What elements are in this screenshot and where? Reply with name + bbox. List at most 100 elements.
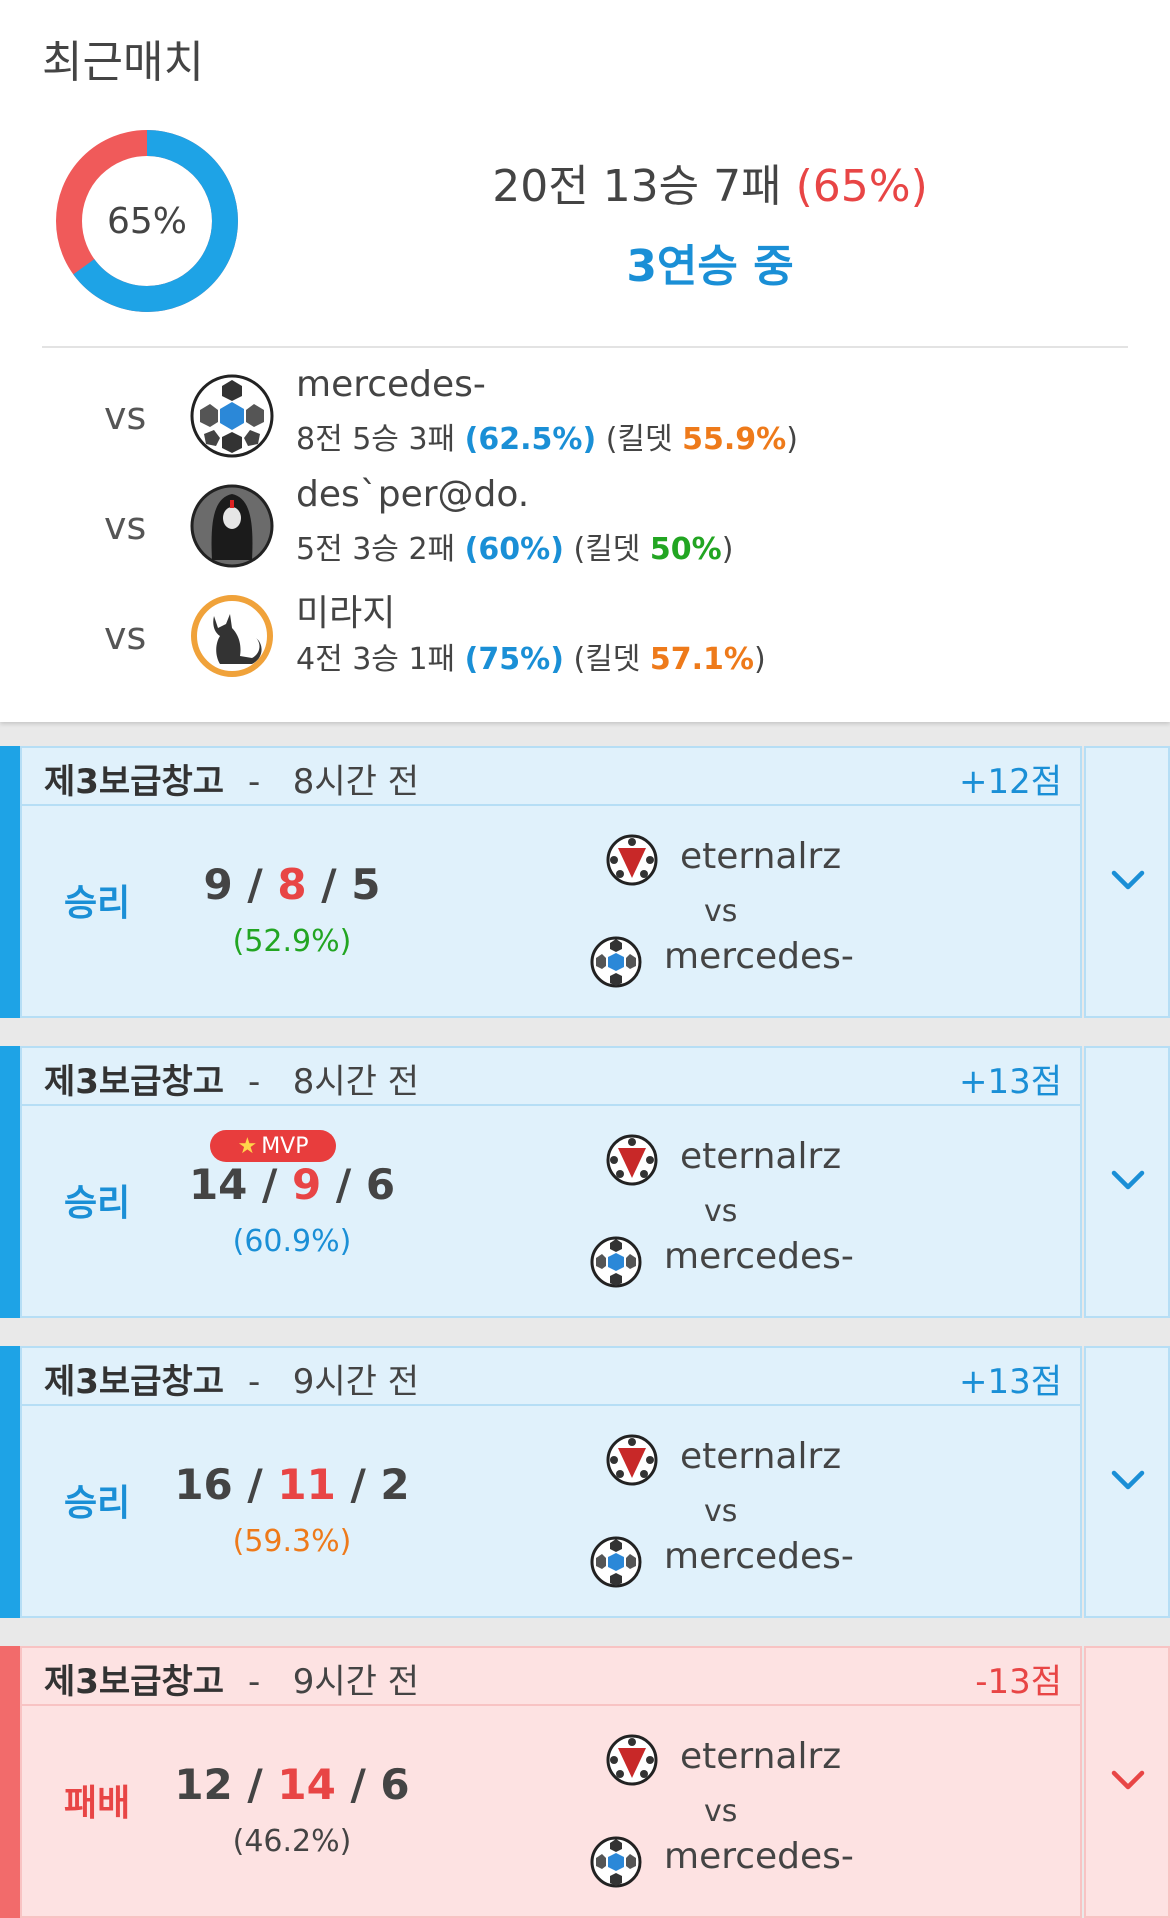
expand-button[interactable] — [1084, 1046, 1170, 1318]
hooded-figure-icon — [190, 484, 274, 568]
recent-matches-summary: 최근매치 65% 20전 13승 7패 (65%) 3연승 중 vs merced… — [0, 0, 1170, 722]
points-change: +13점 — [958, 1062, 1062, 1102]
kills: 14 — [188, 1160, 248, 1209]
separator: - — [248, 1362, 261, 1402]
kda-slash: / — [232, 860, 278, 909]
player2-name[interactable]: mercedes- — [664, 936, 854, 977]
match-time: - 9시간 전 — [248, 1354, 419, 1403]
kd-suffix: ) — [721, 532, 734, 567]
match-body: 승리 16 / 11 / 2 (59.3%) eternalrz vs mercedes- — [20, 1404, 1082, 1618]
overall-record: 20전 13승 7패 (65%) — [380, 150, 1040, 214]
match-card[interactable]: 제3보급창고 - 9시간 전 -13점 패배 12 / 14 / 6 (46.2%) ete… — [0, 1646, 1170, 1918]
player2-name[interactable]: mercedes- — [664, 1536, 854, 1577]
kda: 14 / 9 / 6 — [142, 1160, 442, 1209]
kd-suffix: ) — [753, 642, 766, 677]
time-ago: 8시간 전 — [292, 1062, 419, 1102]
kd-suffix: ) — [786, 422, 798, 457]
opponent-kd: 57.1% — [649, 642, 754, 677]
player2-icon — [590, 1836, 642, 1888]
kill-participation: (52.9%) — [232, 924, 352, 959]
points-change: +12점 — [958, 762, 1062, 802]
vs-label: vs — [704, 1794, 738, 1829]
player1-name[interactable]: eternalrz — [680, 1136, 841, 1177]
map-name: 제3보급창고 — [44, 1062, 225, 1102]
vs-label: vs — [704, 894, 738, 929]
opponent-row[interactable]: vs des`per@do. 5전 3승 2패 (60%) (킬뎃 50%) — [0, 474, 1170, 574]
expand-button[interactable] — [1084, 1646, 1170, 1918]
player2-icon — [590, 936, 642, 988]
win-streak: 3연승 중 — [626, 241, 794, 292]
result-indicator-bar — [0, 746, 20, 1018]
kda-slash: / — [335, 1460, 381, 1509]
record-percent: (65%) — [795, 161, 928, 212]
time-ago: 9시간 전 — [292, 1662, 419, 1702]
expand-button[interactable] — [1084, 746, 1170, 1018]
opponent-stats: 8전 5승 3패 (62.5%) (킬뎃 55.9%) — [296, 414, 798, 458]
kda-slash: / — [335, 1760, 381, 1809]
divider — [42, 346, 1128, 348]
opponent-stats: 5전 3승 2패 (60%) (킬뎃 50%) — [296, 524, 733, 568]
player1-icon — [606, 1734, 658, 1786]
mvp-label: MVP — [261, 1133, 309, 1159]
chevron-down-icon — [1111, 870, 1145, 890]
opponent-row[interactable]: vs mercedes- 8전 5승 3패 (62.5%) (킬뎃 55.9%) — [0, 364, 1170, 464]
kda-slash: / — [232, 1460, 278, 1509]
kills: 16 — [174, 1460, 233, 1509]
opponent-record: 4전 3승 1패 — [296, 642, 465, 677]
vs-label: vs — [104, 614, 147, 658]
star-icon: ★ — [237, 1133, 258, 1159]
match-result: 승리 — [64, 1183, 131, 1224]
opponent-kd: 55.9% — [682, 422, 787, 457]
result-indicator-bar — [0, 1346, 20, 1618]
opponent-winrate: (75%) — [464, 642, 564, 677]
kd-prefix: (킬뎃 — [596, 422, 683, 457]
deaths: 11 — [277, 1460, 336, 1509]
match-body: 승리 ★ MVP 14 / 9 / 6 (60.9%) eternalrz vs merced… — [20, 1104, 1082, 1318]
player2-name[interactable]: mercedes- — [664, 1836, 854, 1877]
player1-name[interactable]: eternalrz — [680, 1436, 841, 1477]
chevron-down-icon — [1111, 1170, 1145, 1190]
match-card[interactable]: 제3보급창고 - 8시간 전 +12점 승리 9 / 8 / 5 (52.9%) etern… — [0, 746, 1170, 1018]
chevron-down-icon — [1111, 1470, 1145, 1490]
kda-slash: / — [306, 860, 352, 909]
player2-name[interactable]: mercedes- — [664, 1236, 854, 1277]
kda: 12 / 14 / 6 — [142, 1760, 442, 1809]
kill-participation: (60.9%) — [232, 1224, 352, 1259]
player1-name[interactable]: eternalrz — [680, 1736, 841, 1777]
soccer-ball-icon — [190, 374, 274, 458]
points-change: -13점 — [975, 1662, 1062, 1702]
map-name: 제3보급창고 — [44, 762, 225, 802]
assists: 2 — [380, 1460, 410, 1509]
match-header: 제3보급창고 - 8시간 전 +13점 — [20, 1046, 1082, 1106]
time-ago: 9시간 전 — [292, 1362, 419, 1402]
opponent-winrate: (62.5%) — [464, 422, 597, 457]
kd-prefix: (킬뎃 — [563, 532, 650, 567]
match-result: 패배 — [64, 1783, 131, 1824]
opponent-record: 8전 5승 3패 — [296, 422, 465, 457]
assists: 6 — [380, 1760, 410, 1809]
result-indicator-bar — [0, 1046, 20, 1318]
opponent-row[interactable]: vs 미라지 4전 3승 1패 (75%) (킬뎃 57.1%) — [0, 584, 1170, 684]
opponent-stats: 4전 3승 1패 (75%) (킬뎃 57.1%) — [296, 634, 766, 678]
player2-icon — [590, 1536, 642, 1588]
chevron-down-icon — [1111, 1770, 1145, 1790]
match-card[interactable]: 제3보급창고 - 8시간 전 +13점 승리 ★ MVP 14 / 9 / 6 (60.9%)… — [0, 1046, 1170, 1318]
match-result: 승리 — [64, 883, 131, 924]
player1-icon — [606, 1434, 658, 1486]
opponent-record: 5전 3승 2패 — [296, 532, 465, 567]
expand-button[interactable] — [1084, 1346, 1170, 1618]
separator: - — [248, 1662, 261, 1702]
map-name: 제3보급창고 — [44, 1662, 225, 1702]
player1-icon — [606, 1134, 658, 1186]
match-card[interactable]: 제3보급창고 - 9시간 전 +13점 승리 16 / 11 / 2 (59.3%) ete… — [0, 1346, 1170, 1618]
kda-slash: / — [247, 1160, 292, 1209]
time-ago: 8시간 전 — [292, 762, 419, 802]
match-body: 패배 12 / 14 / 6 (46.2%) eternalrz vs mercedes- — [20, 1704, 1082, 1918]
opponent-winrate: (60%) — [464, 532, 564, 567]
opponent-name: 미라지 — [296, 593, 396, 634]
vs-label: vs — [104, 394, 147, 438]
match-time: - 9시간 전 — [248, 1654, 419, 1703]
section-title: 최근매치 — [42, 37, 204, 88]
player1-name[interactable]: eternalrz — [680, 836, 841, 877]
kill-participation: (59.3%) — [232, 1524, 352, 1559]
